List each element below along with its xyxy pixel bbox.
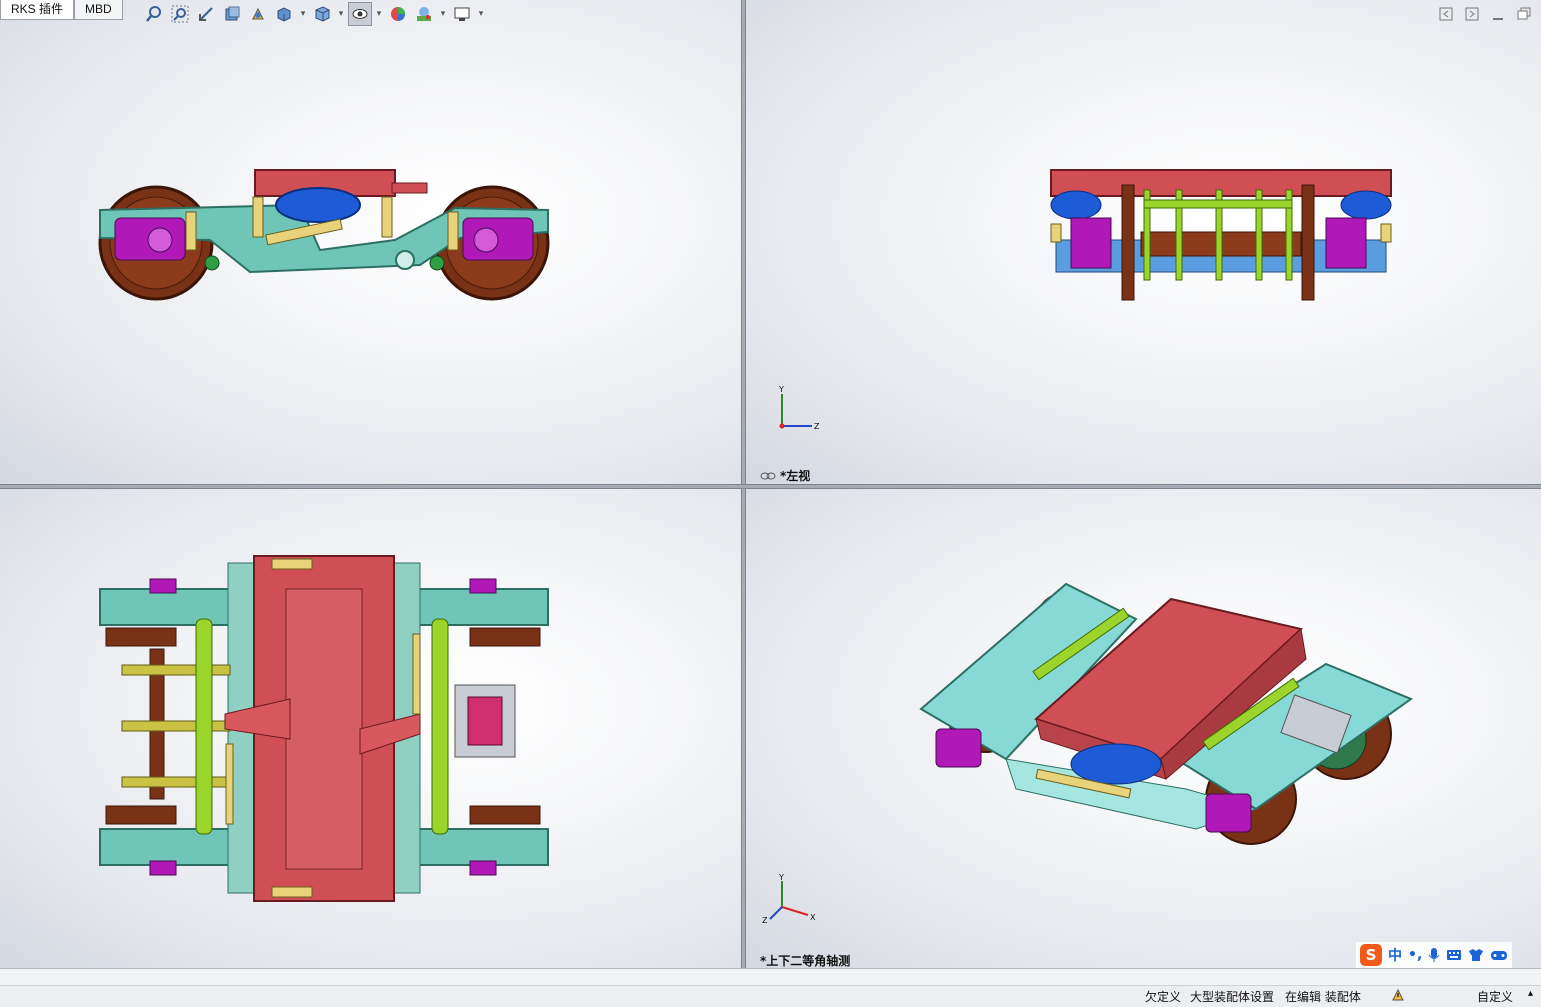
triad-z-label: Z: [814, 422, 820, 431]
view-label: *左视: [760, 467, 810, 484]
view-orientation-icon[interactable]: [272, 2, 296, 26]
viewport-left[interactable]: Y Z *左视: [746, 0, 1541, 484]
rebuild-icon[interactable]: [1390, 987, 1406, 1003]
bogie-model-left[interactable]: [746, 0, 1541, 484]
ime-lang-toggle[interactable]: 中: [1388, 945, 1402, 965]
chevron-down-icon[interactable]: ▾: [438, 2, 448, 26]
mic-icon[interactable]: [1428, 947, 1440, 963]
status-under-defined: 欠定义: [1145, 990, 1182, 1004]
viewport-splitter-horizontal[interactable]: [0, 484, 1541, 489]
tab-rks-plugin[interactable]: RKS 插件: [0, 0, 75, 20]
chevron-down-icon[interactable]: ▾: [298, 2, 308, 26]
triad-iso: Y X Z: [762, 873, 816, 925]
zoom-to-fit-icon[interactable]: [142, 2, 166, 26]
status-row-upper: [0, 969, 1541, 986]
link-views-icon[interactable]: [760, 471, 776, 481]
status-editing: 在编辑 装配体: [1285, 990, 1361, 1004]
ime-toolbar: S 中 •,: [1356, 942, 1513, 968]
command-manager-tabs: RKS 插件 MBD: [0, 0, 123, 20]
bogie-model-top[interactable]: [0, 489, 741, 968]
triad-y-label: Y: [778, 873, 784, 882]
game-icon[interactable]: [1490, 949, 1508, 961]
chevron-up-icon[interactable]: ▴: [1528, 988, 1533, 999]
viewport-dimetric[interactable]: Y X Z *上下二等角轴测: [746, 489, 1541, 968]
view-label: *上下二等角轴测: [760, 952, 850, 968]
status-large-assembly[interactable]: 大型装配体设置: [1190, 988, 1274, 1005]
view-settings-icon[interactable]: [450, 2, 474, 26]
hide-show-items-icon[interactable]: [348, 2, 372, 26]
view-name: *左视: [780, 469, 811, 483]
tab-mbd[interactable]: MBD: [74, 0, 123, 20]
chevron-down-icon[interactable]: ▾: [476, 2, 486, 26]
triad-z-label: Z: [762, 916, 768, 925]
chevron-down-icon[interactable]: ▾: [374, 2, 384, 26]
heads-up-view-toolbar: ▾ ▾ ▾ ▾ ▾: [142, 2, 486, 28]
sogou-logo-icon[interactable]: S: [1360, 944, 1382, 966]
ime-punct-toggle[interactable]: •,: [1408, 947, 1422, 963]
viewport-top[interactable]: [0, 489, 741, 968]
triad-y-label: Y: [778, 385, 784, 394]
view-selector-icon[interactable]: [246, 2, 270, 26]
triad-x-label: X: [810, 913, 816, 922]
previous-view-icon[interactable]: [194, 2, 218, 26]
chevron-down-icon[interactable]: ▾: [336, 2, 346, 26]
triad-left: Y Z: [778, 385, 820, 431]
display-style-icon[interactable]: [310, 2, 334, 26]
bogie-model-iso[interactable]: [746, 489, 1541, 968]
status-units[interactable]: 自定义: [1477, 988, 1513, 1005]
skin-icon[interactable]: [1468, 948, 1484, 962]
edit-appearance-icon[interactable]: [386, 2, 410, 26]
viewport-front[interactable]: [0, 0, 741, 484]
bogie-model-front[interactable]: [0, 0, 741, 484]
zoom-to-area-icon[interactable]: [168, 2, 192, 26]
status-bar: 欠定义 大型装配体设置 在编辑 装配体 自定义 ▴: [0, 968, 1541, 1007]
apply-scene-icon[interactable]: [412, 2, 436, 26]
view-name: *上下二等角轴测: [760, 954, 851, 968]
section-view-icon[interactable]: [220, 2, 244, 26]
keyboard-icon[interactable]: [1446, 949, 1462, 961]
